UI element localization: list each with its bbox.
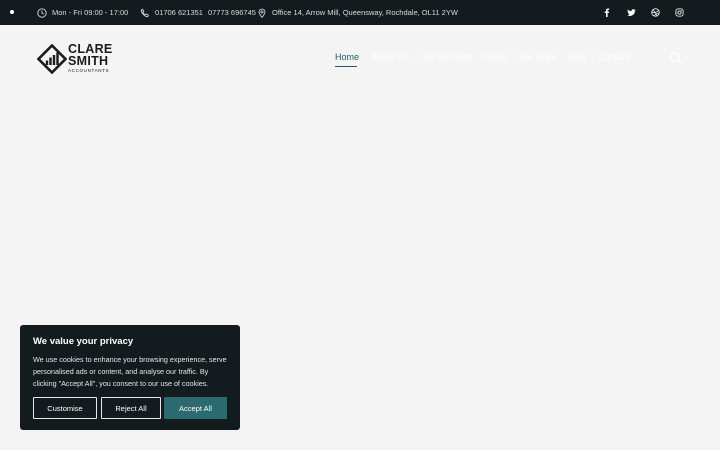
office-address-text: Office 14, Arrow Mill, Queensway, Rochda… <box>272 8 458 17</box>
nav-item-faqs[interactable]: FAQs <box>484 52 507 62</box>
phone-numbers: 01706 621351 07773 696745 <box>140 0 256 25</box>
customise-button[interactable]: Customise <box>33 397 97 419</box>
logo-name: CLARE SMITH <box>68 42 113 68</box>
instagram-icon[interactable] <box>672 0 686 25</box>
cookie-banner-text: We use cookies to enhance your browsing … <box>33 355 227 388</box>
facebook-icon[interactable] <box>599 0 613 25</box>
nav-item-our-services[interactable]: Our Services <box>420 52 472 62</box>
reject-all-button[interactable]: Reject All <box>101 397 161 419</box>
nav-item-contact[interactable]: Contact <box>598 52 629 62</box>
nav-item-home[interactable]: Home <box>335 52 359 62</box>
logo-tagline: ACCOUNTANTS <box>68 68 110 73</box>
phone-icon <box>140 8 150 17</box>
cookie-consent-banner: We value your privacy We use cookies to … <box>20 325 240 430</box>
cookie-banner-title: We value your privacy <box>33 336 134 347</box>
phone-number-1[interactable]: 01706 621351 <box>155 8 203 17</box>
location-pin-icon <box>258 8 266 18</box>
twitter-icon[interactable] <box>624 0 638 25</box>
nav-item-our-team[interactable]: Our Team <box>517 52 556 62</box>
logo-diamond-icon <box>37 44 67 74</box>
top-bar: Mon - Fri 09:00 - 17:00 01706 621351 077… <box>0 0 720 25</box>
active-nav-indicator <box>335 66 357 67</box>
search-icon[interactable] <box>669 51 683 65</box>
accept-all-button[interactable]: Accept All <box>164 397 227 419</box>
dribbble-icon[interactable] <box>648 0 662 25</box>
opening-hours-text: Mon - Fri 09:00 - 17:00 <box>52 8 129 17</box>
nav-item-blog[interactable]: Blog <box>568 52 586 62</box>
office-address: Office 14, Arrow Mill, Queensway, Rochda… <box>257 0 458 25</box>
site-logo[interactable]: CLARE SMITH ACCOUNTANTS <box>37 43 117 75</box>
menu-dot-icon[interactable] <box>10 10 14 14</box>
nav-item-about-us[interactable]: About Us <box>372 52 409 62</box>
clock-icon <box>37 7 47 18</box>
phone-number-2[interactable]: 07773 696745 <box>208 8 256 17</box>
opening-hours: Mon - Fri 09:00 - 17:00 <box>37 0 128 25</box>
